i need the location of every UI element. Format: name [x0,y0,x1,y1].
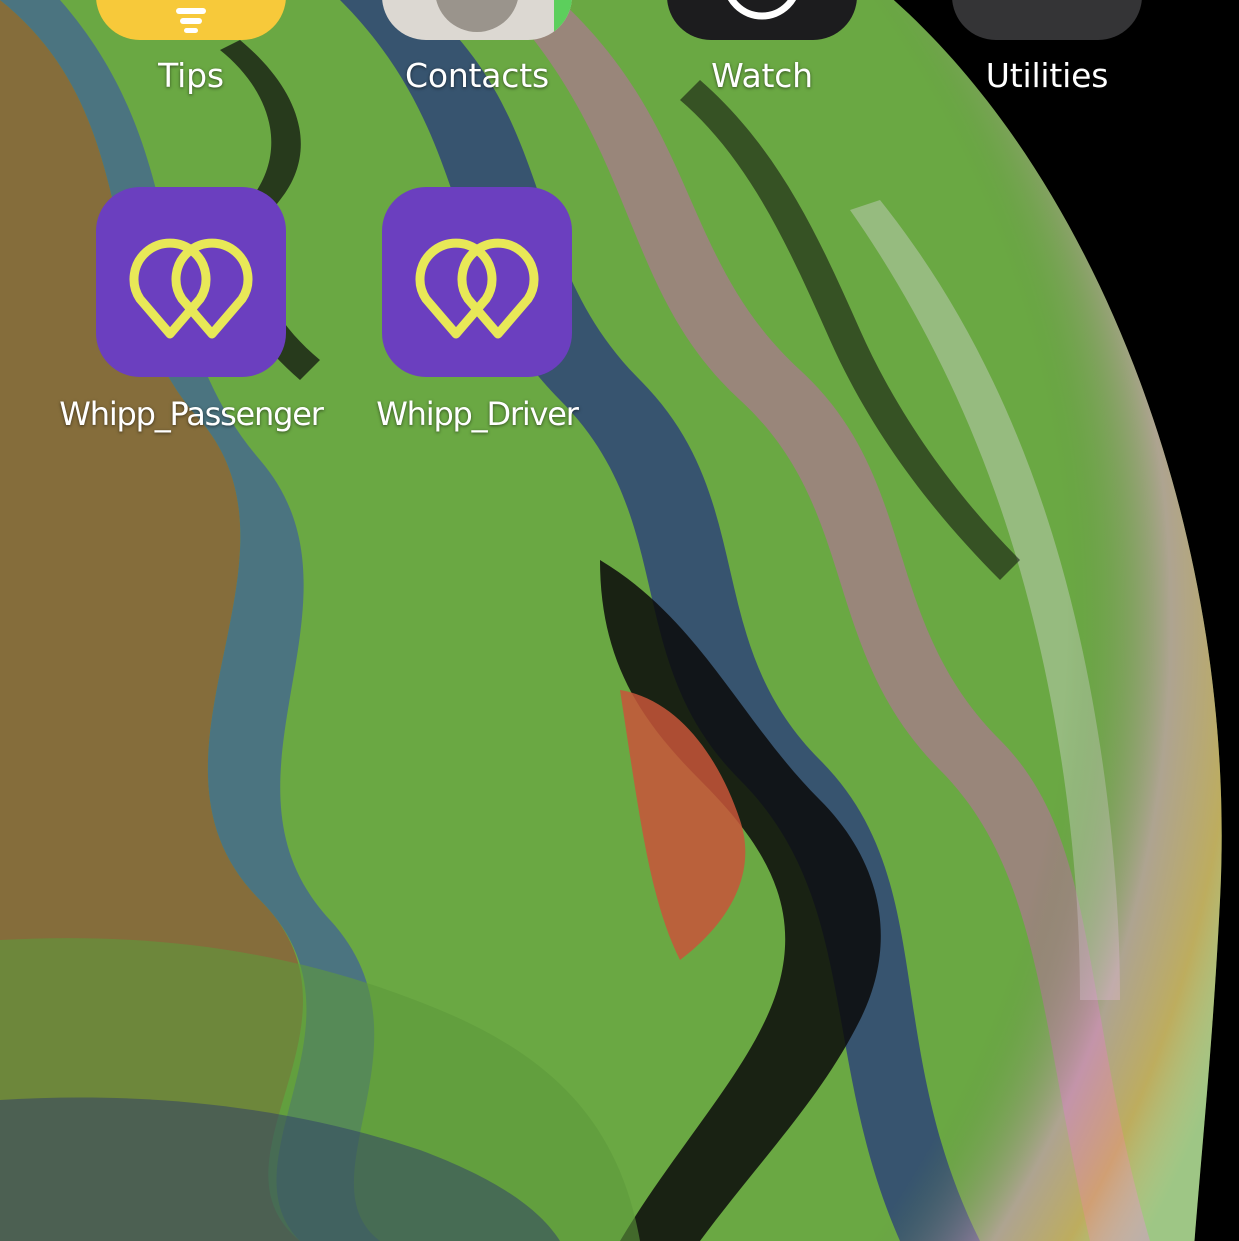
whipp-logo-icon [96,187,286,377]
app-label: Contacts [405,56,549,95]
app-label: Utilities [985,56,1109,95]
app-utilities-folder[interactable]: Utilities [912,0,1182,110]
app-tips[interactable]: Tips [56,0,326,110]
app-whipp-driver[interactable]: Whipp_Driver [342,187,612,447]
app-label: Whipp_Passenger [59,395,324,433]
watch-icon [667,0,857,40]
app-label: Watch [711,56,813,95]
folder-icon [952,0,1142,40]
app-contacts[interactable]: Contacts [342,0,612,110]
app-watch[interactable]: Watch [627,0,897,110]
app-label: Tips [158,56,224,95]
lightbulb-icon [96,0,286,40]
app-whipp-passenger[interactable]: Whipp_Passenger [56,187,326,447]
home-screen: Tips Contacts Watch Utilities Whipp_Pass… [0,0,1239,1241]
whipp-logo-icon [382,187,572,377]
app-label: Whipp_Driver [376,395,579,433]
contact-silhouette-icon [382,0,572,40]
